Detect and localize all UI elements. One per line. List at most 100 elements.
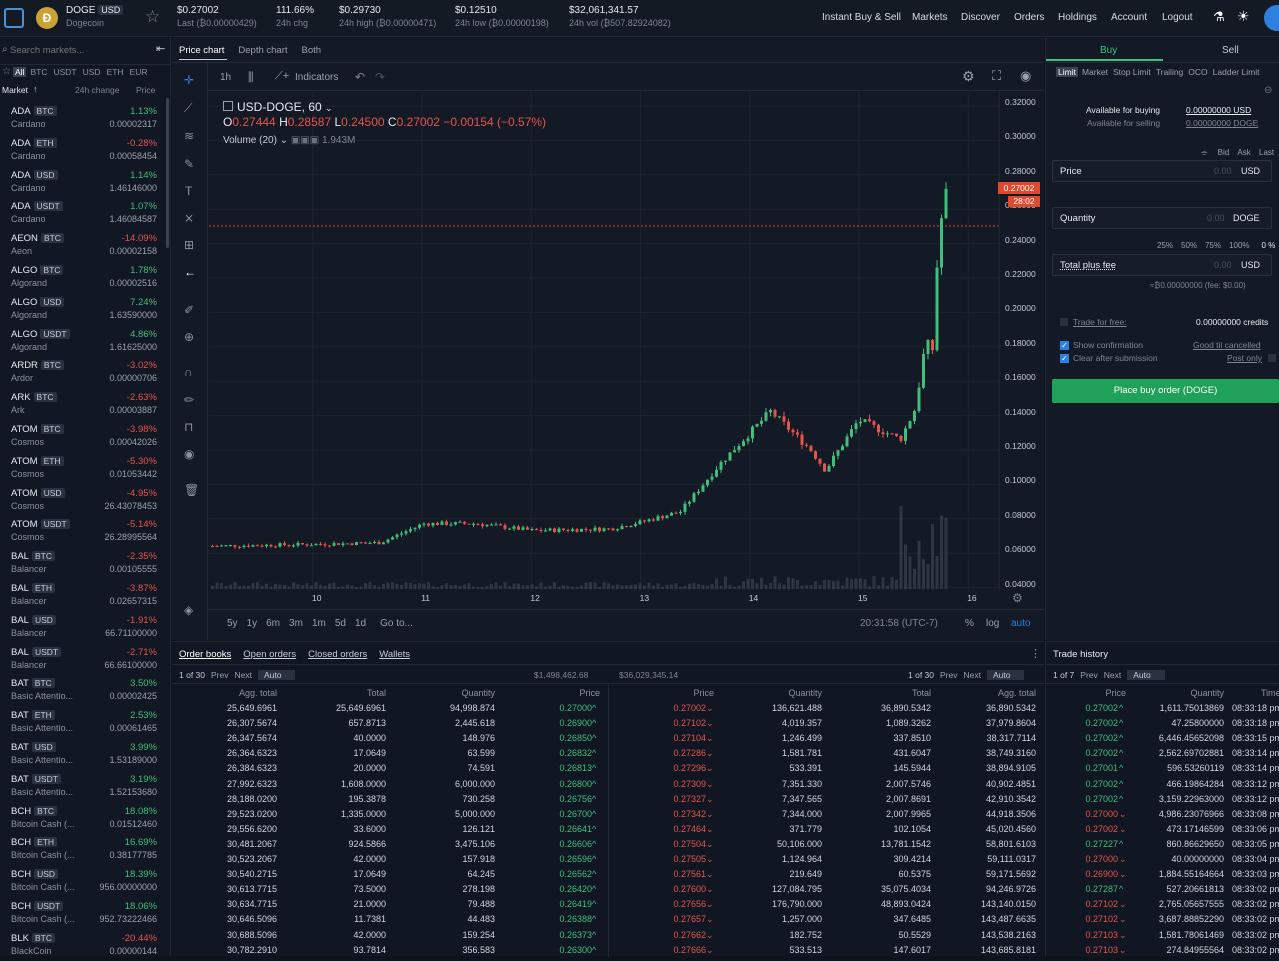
trade-history-row[interactable]: 0.27001 ^ 596.53260119 08:33:14 pm xyxy=(1046,763,1279,778)
trade-history-row[interactable]: 0.27002 ^ 466.19864284 08:33:12 pm xyxy=(1046,779,1279,794)
market-row[interactable]: ATOM ETH Cosmos -5.30% 0.01053442 xyxy=(0,452,165,484)
tab-sell[interactable]: Sell xyxy=(1222,45,1239,56)
trade-history-row[interactable]: 0.27000 ⌄ 4,986.23076966 08:33:08 pm xyxy=(1046,809,1279,824)
trend-line-icon[interactable]: ⟋ xyxy=(184,101,192,116)
x-axis[interactable]: 10 11 12 13 14 15 16 xyxy=(209,593,999,607)
post-only-checkbox[interactable] xyxy=(1268,354,1276,362)
clear-after-checkbox[interactable]: ✓ xyxy=(1060,354,1069,363)
more-options-icon[interactable]: ⋮ xyxy=(1030,647,1041,660)
order-book-row[interactable]: 30,613.7715 73.5000 278.198 0.26420 ^ 0.27600… xyxy=(172,884,1044,899)
market-row[interactable]: BAL USD Balancer -1.91% 66.71100000 xyxy=(0,611,165,643)
history-prev[interactable]: Prev xyxy=(1080,670,1097,680)
zoom-icon[interactable]: ⊕ xyxy=(184,330,194,344)
order-book-row[interactable]: 27,992.6323 1,608.0000 6,000.000 0.26800 ^ 0.… xyxy=(172,779,1044,794)
tab-price-chart[interactable]: Price chart xyxy=(179,45,224,56)
measure-icon[interactable]: ⊞ xyxy=(184,238,194,252)
interval-selector[interactable]: 1h xyxy=(220,72,231,83)
fib-icon[interactable]: ≋ xyxy=(184,129,194,143)
filter-eur[interactable]: EUR xyxy=(130,67,148,77)
nav-instant-buy-sell[interactable]: Instant Buy & Sell xyxy=(822,12,901,23)
eye-icon[interactable]: ◉ xyxy=(184,447,194,461)
collapse-icon[interactable]: ⊖ xyxy=(1264,85,1272,96)
order-book-row[interactable]: 26,307.5674 657.8713 2,445.618 0.26900 ^ 0.27… xyxy=(172,718,1044,733)
y-axis[interactable]: 0.320000.300000.280000.260000.240000.220… xyxy=(999,91,1044,611)
trade-free-checkbox[interactable] xyxy=(1060,318,1068,326)
shortcut-last[interactable]: Last xyxy=(1259,148,1274,157)
crosshair-icon[interactable]: ✛ xyxy=(184,73,194,87)
ask-auto-select[interactable]: Auto xyxy=(986,670,1025,680)
market-row[interactable]: ADA ETH Cardano -0.28% 0.00058454 xyxy=(0,134,165,166)
sun-icon[interactable]: ☀ xyxy=(1237,8,1250,25)
order-book-row[interactable]: 25,649.6961 25,649.6961 94,998.874 0.27000 ^… xyxy=(172,703,1044,718)
magnet-icon[interactable]: ∩ xyxy=(184,365,193,379)
bids-col-qty[interactable]: Quantity xyxy=(432,688,495,698)
range-5y[interactable]: 5y xyxy=(227,618,238,629)
order-book-row[interactable]: 30,688.5096 42.0000 159.254 0.26373 ^ 0.27662… xyxy=(172,930,1044,945)
shortcut-ask[interactable]: Ask xyxy=(1237,148,1250,157)
avail-sell-value[interactable]: 0.00000000 DOGE xyxy=(1186,118,1258,128)
trade-history-row[interactable]: 0.27287 ^ 527.20661813 08:33:02 pm xyxy=(1046,884,1279,899)
order-book-row[interactable]: 30,481.2067 924.5866 3,475.106 0.26606 ^ 0.27… xyxy=(172,839,1044,854)
trade-history-row[interactable]: 0.26900 ⌄ 1,884.55164664 08:33:03 pm xyxy=(1046,869,1279,884)
nav-markets[interactable]: Markets xyxy=(912,12,948,23)
candle-type-icon[interactable]: ⫼ xyxy=(248,70,254,85)
time-in-force-select[interactable]: Good til cancelled xyxy=(1193,340,1261,350)
order-book-row[interactable]: 26,364.6323 17.0649 63.599 0.26832 ^ 0.27286 ⌄… xyxy=(172,748,1044,763)
market-row[interactable]: BAL ETH Balancer -3.87% 0.02657315 xyxy=(0,579,165,611)
col-market[interactable]: Market xyxy=(2,85,28,95)
quantity-input[interactable]: Quantity 0.00 DOGE xyxy=(1052,207,1272,229)
trade-history-row[interactable]: 0.27103 ⌄ 1,581.78061469 08:33:02 pm xyxy=(1046,930,1279,945)
indicators-button[interactable]: Indicators xyxy=(295,72,338,83)
market-row[interactable]: BAL BTC Balancer -2.35% 0.00105555 xyxy=(0,547,165,579)
pencil-lock-icon[interactable]: ✏ xyxy=(184,393,194,407)
market-row[interactable]: ADA BTC Cardano 1.13% 0.00002317 xyxy=(0,102,165,134)
pct-50[interactable]: 50% xyxy=(1181,241,1197,250)
nav-logout[interactable]: Logout xyxy=(1162,12,1193,23)
volume-label[interactable]: Volume (20) xyxy=(223,135,277,146)
pct-75[interactable]: 75% xyxy=(1205,241,1221,250)
type-stop-limit[interactable]: Stop Limit xyxy=(1113,67,1151,77)
trade-history-row[interactable]: 0.27002 ^ 6,446.45652098 08:33:15 pm xyxy=(1046,733,1279,748)
type-trailing[interactable]: Trailing xyxy=(1156,67,1184,77)
undo-icon[interactable]: ↶ xyxy=(355,70,365,84)
type-oco[interactable]: OCO xyxy=(1188,67,1207,77)
flask-icon[interactable]: ⚗ xyxy=(1213,9,1225,25)
filter-usd[interactable]: USD xyxy=(83,67,101,77)
market-row[interactable]: BCH USDT Bitcoin Cash (... 18.06% 952.732224… xyxy=(0,897,165,929)
market-row[interactable]: BAT BTC Basic Attentio... 3.50% 0.00002425 xyxy=(0,674,165,706)
history-next[interactable]: Next xyxy=(1104,670,1121,680)
range-1y[interactable]: 1y xyxy=(247,618,258,629)
tab-closed-orders[interactable]: Closed orders xyxy=(308,649,367,660)
price-input[interactable]: Price 0.00 USD xyxy=(1052,160,1272,182)
search-markets-input[interactable] xyxy=(10,42,140,58)
order-book-row[interactable]: 28,188.0200 195.3878 730.258 0.26756 ^ 0.2732… xyxy=(172,794,1044,809)
tab-open-orders[interactable]: Open orders xyxy=(243,649,296,660)
col-change[interactable]: 24h change xyxy=(75,85,119,95)
market-row[interactable]: ALGO USD Algorand 7.24% 1.63590000 xyxy=(0,293,165,325)
market-row[interactable]: ATOM USD Cosmos -4.95% 26.43078453 xyxy=(0,484,165,516)
trade-history-row[interactable]: 0.27227 ^ 860.86629650 08:33:05 pm xyxy=(1046,839,1279,854)
range-1d[interactable]: 1d xyxy=(355,618,366,629)
user-icon[interactable] xyxy=(1264,5,1279,31)
filter-all[interactable]: All xyxy=(13,67,27,77)
asks-col-qty[interactable]: Quantity xyxy=(762,688,822,698)
pct-100[interactable]: 100% xyxy=(1229,241,1249,250)
market-row[interactable]: BAT ETH Basic Attentio... 2.53% 0.00061465 xyxy=(0,706,165,738)
market-row[interactable]: BAL USDT Balancer -2.71% 66.66100000 xyxy=(0,643,165,675)
tab-depth-chart[interactable]: Depth chart xyxy=(238,45,287,56)
tab-both[interactable]: Both xyxy=(302,45,322,56)
pattern-icon[interactable]: ⨯ xyxy=(184,211,194,225)
layers-icon[interactable]: ◈ xyxy=(184,603,193,617)
trade-history-row[interactable]: 0.27002 ^ 47.25800000 08:33:18 pm xyxy=(1046,718,1279,733)
bid-next[interactable]: Next xyxy=(234,670,251,680)
nav-account[interactable]: Account xyxy=(1111,12,1147,23)
fullscreen-icon[interactable]: ⛶ xyxy=(992,68,1001,84)
star-filter-icon[interactable]: ☆ xyxy=(2,66,11,77)
order-book-row[interactable]: 30,646.5096 11.7381 44.483 0.26388 ^ 0.27657 ⌄… xyxy=(172,914,1044,929)
arrow-left-icon[interactable]: ← xyxy=(184,265,196,279)
trade-history-row[interactable]: 0.27102 ⌄ 3,687.88852290 08:33:02 pm xyxy=(1046,914,1279,929)
range-6m[interactable]: 6m xyxy=(266,618,280,629)
collapse-sidebar-icon[interactable]: ⇤ xyxy=(156,42,165,55)
volume-controls-icon[interactable]: ▣▣▣ xyxy=(291,135,319,146)
log-toggle[interactable]: log xyxy=(986,618,999,629)
